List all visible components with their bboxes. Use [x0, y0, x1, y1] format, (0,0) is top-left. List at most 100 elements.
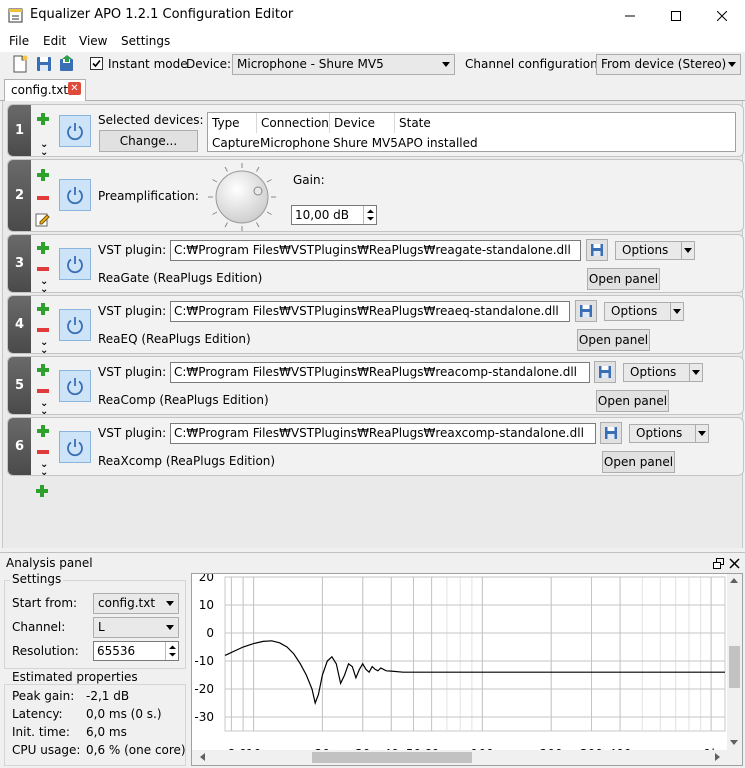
row-number[interactable]: 1: [8, 105, 31, 156]
row-number[interactable]: 6: [8, 418, 31, 475]
filter-row-4: 4 ⌄ ⌄ VST plugin: C:₩Program Files₩VSTPlu…: [7, 295, 744, 356]
start-from-select[interactable]: config.txt: [93, 593, 179, 614]
expand-chevron-icon[interactable]: ⌄ ⌄: [40, 277, 48, 295]
browse-button[interactable]: [575, 300, 597, 322]
add-icon[interactable]: [37, 242, 49, 254]
row-number[interactable]: 2: [8, 160, 31, 231]
title-bar: Equalizer APO 1.2.1 Configuration Editor: [0, 0, 745, 31]
y-tick-label: 0: [206, 626, 214, 640]
tab-strip: config.txt ✕: [0, 77, 745, 101]
tab-close-icon[interactable]: ✕: [68, 82, 81, 95]
spinner-arrows-icon: [169, 645, 176, 657]
expand-chevron-icon[interactable]: ⌄ ⌄: [40, 460, 48, 478]
start-from-value: config.txt: [98, 596, 156, 610]
open-panel-button[interactable]: Open panel: [587, 268, 660, 290]
open-panel-button[interactable]: Open panel: [577, 329, 650, 351]
edit-icon[interactable]: [35, 212, 50, 227]
channel-select[interactable]: L: [93, 617, 179, 638]
vst-path-input[interactable]: C:₩Program Files₩VSTPlugins₩ReaPlugs₩rea…: [170, 301, 570, 322]
instant-mode-checkbox[interactable]: [90, 57, 103, 70]
close-panel-icon[interactable]: [729, 558, 740, 569]
gain-spinner[interactable]: [363, 206, 376, 224]
power-toggle-button[interactable]: [59, 309, 91, 341]
save-icon[interactable]: [35, 55, 53, 73]
maximize-button[interactable]: [653, 0, 699, 31]
change-devices-button[interactable]: Change...: [99, 130, 198, 152]
options-dropdown[interactable]: Options: [629, 424, 709, 443]
browse-icon: [580, 305, 592, 317]
expand-chevron-icon[interactable]: ⌄ ⌄: [40, 399, 48, 417]
resolution-input[interactable]: 65536: [93, 641, 179, 661]
filter-list: 1 ⌄ ⌄ Selected devices: Change... Type Co…: [2, 101, 744, 548]
add-icon[interactable]: [37, 425, 49, 437]
menu-edit[interactable]: Edit: [43, 34, 66, 48]
menu-settings[interactable]: Settings: [121, 34, 170, 48]
expand-chevron-icon[interactable]: ⌄ ⌄: [40, 140, 48, 158]
latency-label: Latency:: [12, 707, 63, 721]
browse-button[interactable]: [600, 422, 622, 444]
remove-icon[interactable]: [37, 389, 49, 393]
power-toggle-button[interactable]: [59, 248, 91, 280]
resolution-spinner[interactable]: [165, 642, 178, 660]
power-toggle-button[interactable]: [59, 179, 91, 211]
add-filter-icon[interactable]: [36, 485, 48, 497]
open-panel-button[interactable]: Open panel: [602, 451, 675, 473]
add-icon[interactable]: [37, 169, 49, 181]
remove-icon[interactable]: [37, 267, 49, 271]
vst-path-input[interactable]: C:₩Program Files₩VSTPlugins₩ReaPlugs₩rea…: [170, 423, 596, 444]
save-as-icon[interactable]: [58, 55, 76, 73]
minimize-icon: [625, 15, 635, 16]
device-table: Type Connection Device State Capture Mic…: [207, 112, 736, 152]
menu-file[interactable]: File: [9, 34, 29, 48]
row-number[interactable]: 4: [8, 296, 31, 353]
power-toggle-button[interactable]: [59, 431, 91, 463]
analysis-panel-title: Analysis panel: [6, 556, 93, 570]
maximize-icon: [671, 10, 681, 21]
new-file-icon[interactable]: [11, 55, 29, 73]
add-icon[interactable]: [37, 364, 49, 376]
vst-path-input[interactable]: C:₩Program Files₩VSTPlugins₩ReaPlugs₩rea…: [170, 362, 590, 383]
y-tick-label: -30: [194, 710, 214, 724]
undock-icon[interactable]: [713, 558, 724, 569]
power-icon: [67, 439, 83, 457]
browse-button[interactable]: [586, 239, 608, 261]
vst-path-input[interactable]: C:₩Program Files₩VSTPlugins₩ReaPlugs₩rea…: [170, 240, 581, 261]
power-icon: [67, 256, 83, 274]
browse-icon: [599, 366, 611, 378]
gain-input[interactable]: 10,00 dB: [291, 205, 377, 225]
expand-chevron-icon[interactable]: ⌄ ⌄: [40, 338, 48, 356]
menu-bar: File Edit View Settings: [0, 31, 745, 52]
close-icon: [717, 10, 727, 21]
chevron-down-icon: [695, 425, 708, 442]
resolution-label: Resolution:: [12, 644, 79, 658]
channel-config-label: Channel configuration:: [465, 57, 602, 71]
gain-knob[interactable]: [207, 162, 277, 232]
remove-icon[interactable]: [37, 196, 49, 200]
options-dropdown[interactable]: Options: [623, 363, 703, 382]
open-panel-button[interactable]: Open panel: [596, 390, 669, 412]
close-button[interactable]: [699, 0, 745, 31]
options-dropdown[interactable]: Options: [615, 241, 695, 260]
add-icon[interactable]: [37, 113, 49, 125]
power-toggle-button[interactable]: [59, 370, 91, 402]
remove-icon[interactable]: [37, 328, 49, 332]
filter-row-3: 3 ⌄ ⌄ VST plugin: C:₩Program Files₩VSTPlu…: [7, 234, 744, 295]
device-select[interactable]: Microphone - Shure MV5: [232, 54, 455, 75]
chevron-down-icon: [166, 601, 174, 606]
vst-plugin-label: VST plugin:: [98, 243, 167, 257]
browse-button[interactable]: [594, 361, 616, 383]
remove-icon[interactable]: [37, 450, 49, 454]
options-dropdown[interactable]: Options: [604, 302, 684, 321]
frequency-response-graph[interactable]: 891020304050601002003004001k20100-10-20-…: [191, 570, 743, 766]
add-icon[interactable]: [37, 303, 49, 315]
power-toggle-button[interactable]: [59, 115, 91, 147]
channel-config-select[interactable]: From device (Stereo): [596, 54, 741, 75]
menu-view[interactable]: View: [79, 34, 107, 48]
row-number[interactable]: 5: [8, 357, 31, 414]
table-header-state: State: [399, 116, 431, 130]
filter-row-6: 6 ⌄ ⌄ VST plugin: C:₩Program Files₩VSTPlu…: [7, 417, 744, 478]
row-number[interactable]: 3: [8, 235, 31, 292]
init-time-label: Init. time:: [12, 725, 70, 739]
minimize-button[interactable]: [607, 0, 653, 31]
instant-mode-label[interactable]: Instant mode: [108, 57, 188, 71]
